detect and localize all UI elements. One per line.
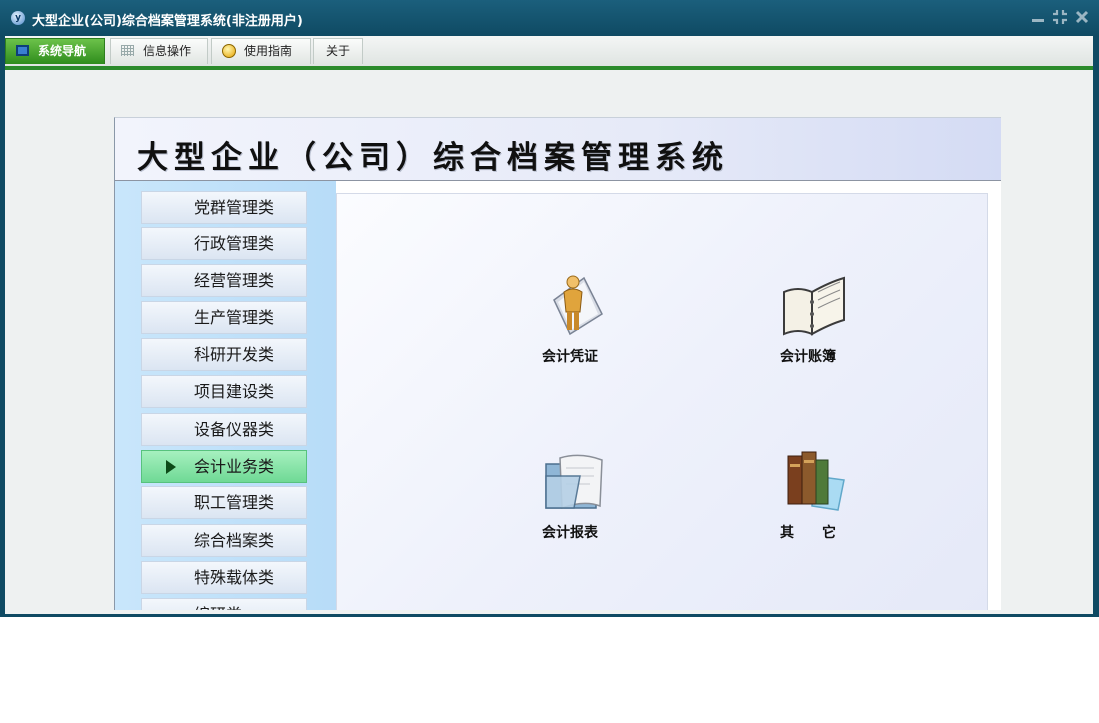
sidebar-item-staff[interactable]: 职工管理类	[141, 486, 307, 519]
sidebar-item-accounting[interactable]: 会计业务类	[141, 450, 307, 483]
window-title: 大型企业(公司)综合档案管理系统(非注册用户)	[32, 14, 303, 29]
tab-label: 使用指南	[244, 44, 293, 58]
close-icon[interactable]	[1074, 8, 1090, 26]
function-label: 会计凭证	[542, 349, 598, 365]
sidebar-item-research[interactable]: 科研开发类	[141, 338, 307, 371]
sidebar-item-label: 行政管理类	[194, 234, 275, 253]
sidebar-item-administration[interactable]: 行政管理类	[141, 227, 307, 260]
sidebar-item-label: 设备仪器类	[194, 420, 275, 439]
other-button[interactable]: 其 它	[748, 446, 868, 546]
minimize-icon[interactable]	[1030, 8, 1046, 26]
sidebar-item-label: 科研开发类	[194, 345, 275, 364]
menu-bar: 系统导航 信息操作 使用指南 关于	[5, 36, 1093, 66]
tab-info-operation[interactable]: 信息操作	[110, 38, 208, 64]
sidebar-item-label: 项目建设类	[194, 382, 275, 401]
tab-label: 关于	[326, 44, 351, 58]
panel-header: 大型企业（公司）综合档案管理系统	[115, 118, 1001, 181]
sidebar-item-label: 职工管理类	[194, 493, 275, 512]
page-title: 大型企业（公司）综合档案管理系统	[137, 140, 729, 176]
main-window: y 大型企业(公司)综合档案管理系统(非注册用户) 系统导航 信息操作 使用指南	[0, 0, 1099, 617]
function-label: 其 它	[780, 525, 836, 541]
sidebar-item-compilation[interactable]: 编研类	[141, 598, 307, 610]
sidebar-item-label: 综合档案类	[194, 531, 275, 550]
grid-icon	[121, 45, 134, 56]
restore-icon[interactable]	[1052, 8, 1068, 26]
sidebar-item-production[interactable]: 生产管理类	[141, 301, 307, 334]
sidebar-item-label: 党群管理类	[194, 198, 275, 217]
tab-label: 系统导航	[38, 44, 87, 58]
lightbulb-icon	[222, 44, 236, 58]
sidebar-item-projects[interactable]: 项目建设类	[141, 375, 307, 408]
books-icon	[778, 446, 848, 516]
category-sidebar[interactable]: 党群管理类 行政管理类 经营管理类 生产管理类 科研开发类 项目建设类 设备仪器…	[115, 181, 336, 610]
open-book-icon	[778, 270, 848, 340]
play-arrow-icon	[166, 460, 176, 474]
title-bar[interactable]: y 大型企业(公司)综合档案管理系统(非注册用户)	[0, 0, 1099, 36]
accounting-voucher-button[interactable]: 会计凭证	[510, 270, 630, 370]
function-label: 会计账簿	[780, 349, 836, 365]
accounting-ledger-button[interactable]: 会计账簿	[748, 270, 868, 370]
tab-about[interactable]: 关于	[313, 38, 363, 64]
function-pane: 会计凭证 会计账簿 会计报表 其 它	[336, 193, 988, 610]
sidebar-item-label: 会计业务类	[194, 457, 275, 476]
sidebar-item-equipment[interactable]: 设备仪器类	[141, 413, 307, 446]
function-label: 会计报表	[542, 525, 598, 541]
folder-scroll-icon	[540, 446, 610, 516]
accounting-report-button[interactable]: 会计报表	[510, 446, 630, 546]
tab-user-guide[interactable]: 使用指南	[211, 38, 311, 64]
sidebar-item-business[interactable]: 经营管理类	[141, 264, 307, 297]
sidebar-item-label: 经营管理类	[194, 271, 275, 290]
monitor-icon	[16, 45, 29, 56]
navigation-panel: 大型企业（公司）综合档案管理系统 党群管理类 行政管理类 经营管理类 生产管理类…	[114, 117, 1001, 610]
sidebar-item-party[interactable]: 党群管理类	[141, 191, 307, 224]
sidebar-item-label: 编研类	[194, 599, 242, 610]
sidebar-item-label: 生产管理类	[194, 308, 275, 327]
tab-label: 信息操作	[143, 44, 192, 58]
app-logo-icon: y	[11, 11, 25, 25]
person-document-icon	[540, 270, 610, 340]
sidebar-item-general-archives[interactable]: 综合档案类	[141, 524, 307, 557]
tab-system-navigation[interactable]: 系统导航	[5, 38, 105, 64]
sidebar-item-special-media[interactable]: 特殊载体类	[141, 561, 307, 594]
sidebar-item-label: 特殊载体类	[194, 568, 275, 587]
